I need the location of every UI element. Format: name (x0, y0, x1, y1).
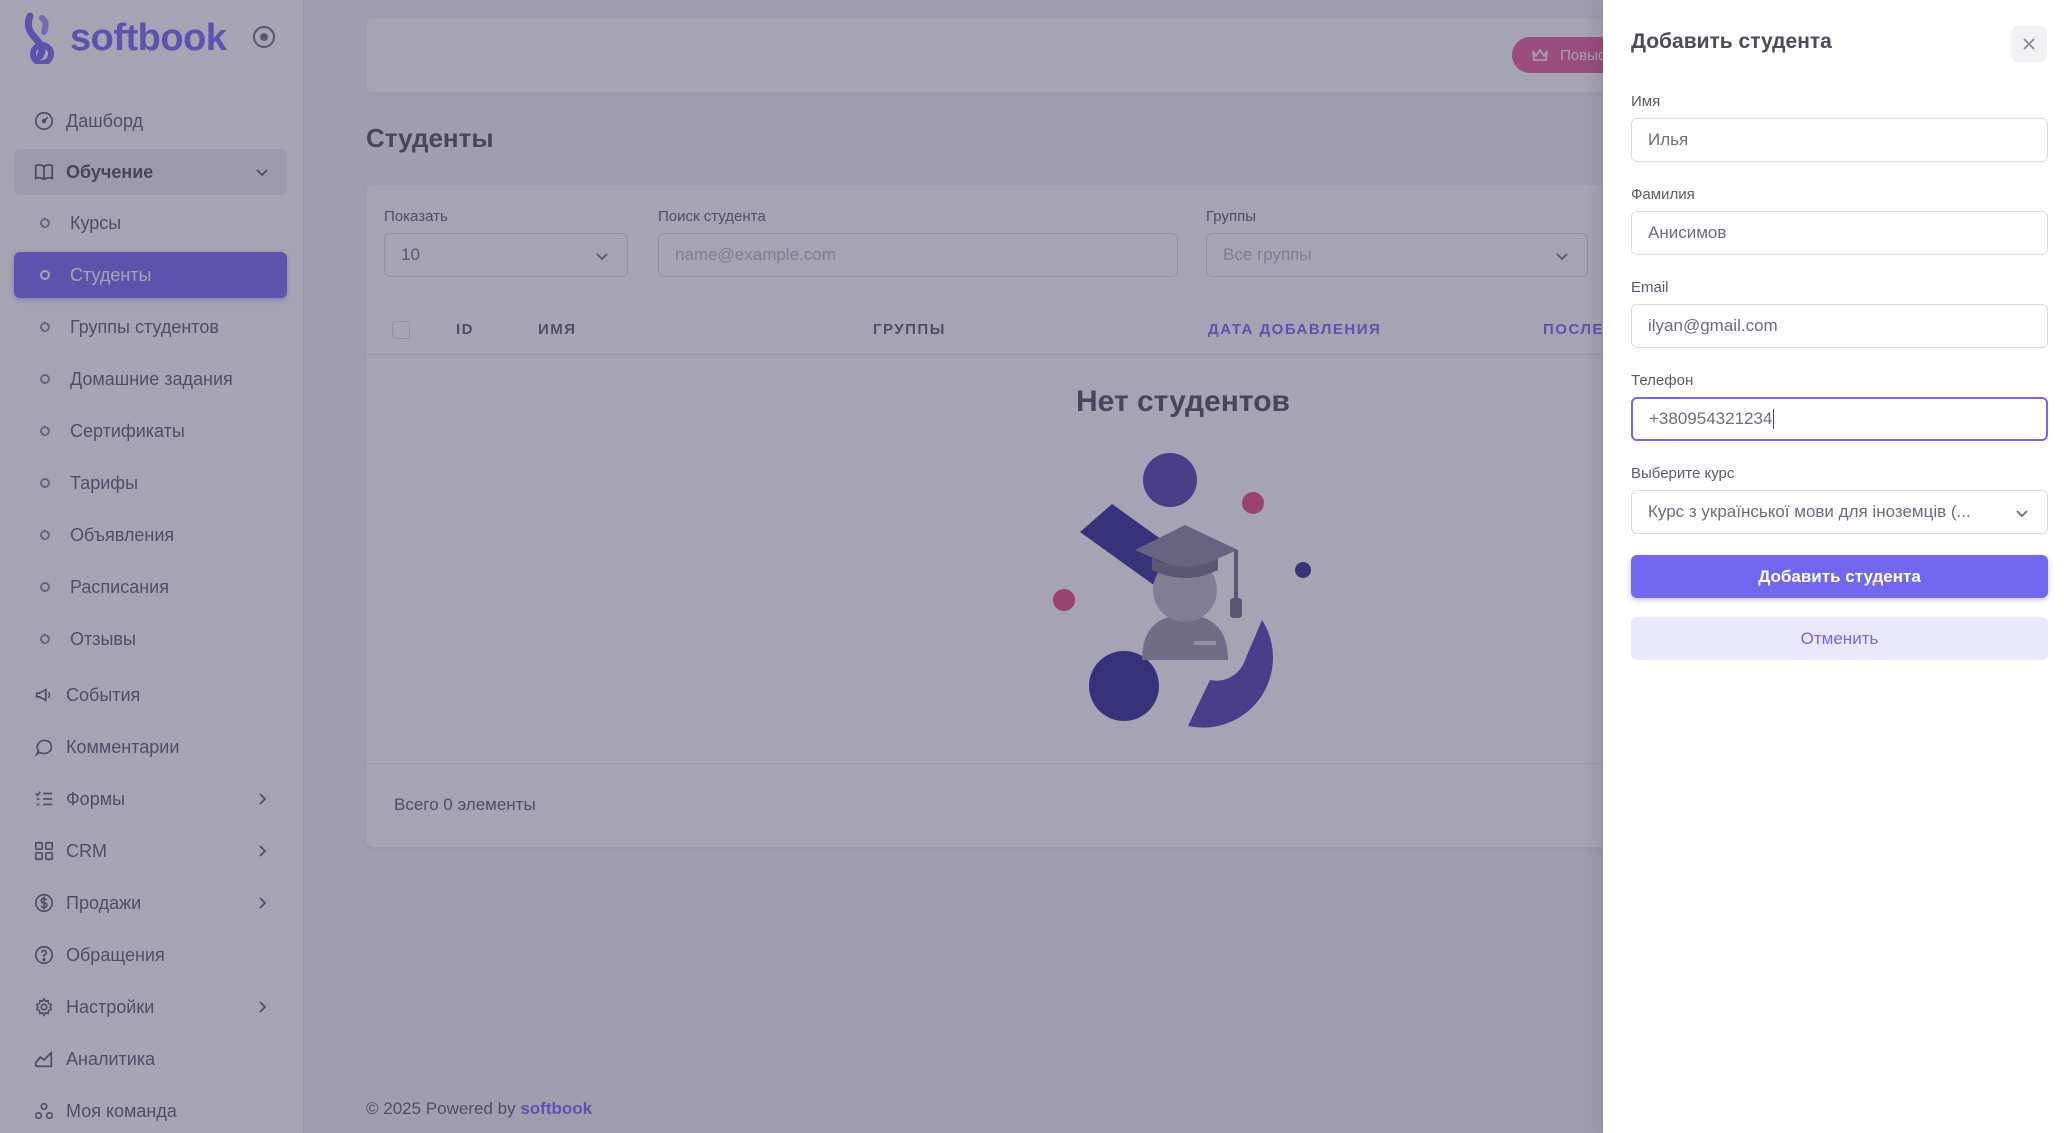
first-name-value: Илья (1648, 130, 1689, 149)
first-name-field[interactable]: Илья (1631, 118, 2048, 162)
drawer-title: Добавить студента (1631, 30, 1832, 53)
phone-field[interactable]: +380954321234 (1631, 397, 2048, 441)
close-button[interactable] (2011, 26, 2047, 62)
email-value: ilyan@gmail.com (1648, 316, 1778, 335)
course-value: Курс з української мови для іноземців (.… (1648, 502, 1971, 521)
cancel-button[interactable]: Отменить (1631, 617, 2048, 660)
chevron-down-icon (2016, 510, 2028, 518)
text-cursor (1773, 409, 1775, 429)
add-student-drawer: Добавить студента Имя Илья Фамилия Аниси… (1603, 0, 2064, 1133)
phone-value: +380954321234 (1649, 409, 1773, 428)
add-student-button[interactable]: Добавить студента (1631, 555, 2048, 598)
last-name-field[interactable]: Анисимов (1631, 211, 2048, 255)
last-name-value: Анисимов (1648, 223, 1727, 242)
phone-label: Телефон (1631, 372, 1694, 389)
email-label: Email (1631, 279, 1669, 296)
first-name-label: Имя (1631, 93, 1661, 110)
email-field[interactable]: ilyan@gmail.com (1631, 304, 2048, 348)
course-select[interactable]: Курс з української мови для іноземців (.… (1631, 490, 2048, 534)
close-icon (2023, 38, 2035, 50)
course-label: Выберите курс (1631, 465, 1735, 482)
last-name-label: Фамилия (1631, 186, 1695, 203)
